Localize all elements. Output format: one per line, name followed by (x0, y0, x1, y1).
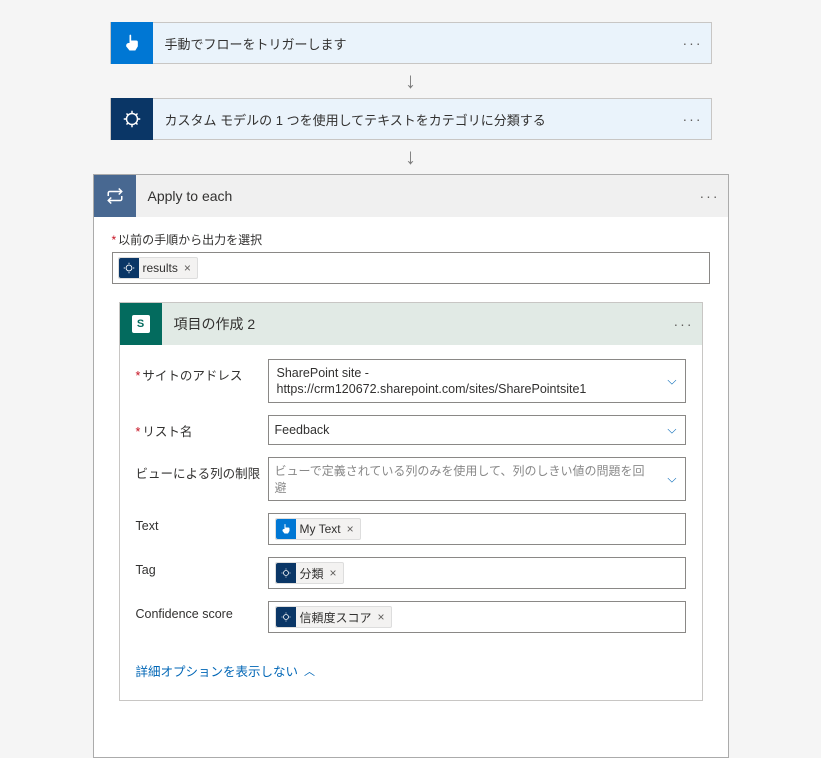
ai-token-icon (276, 607, 296, 627)
ai-token-icon (276, 563, 296, 583)
view-limit-label: ビューによる列の制限 (136, 457, 268, 482)
confidence-token-remove[interactable]: × (376, 610, 387, 624)
trigger-title: 手動でフローをトリガーします (153, 34, 675, 53)
trigger-token-icon (276, 519, 296, 539)
tag-row: Tag 分類 × (136, 557, 686, 589)
confidence-token[interactable]: 信頼度スコア × (275, 606, 392, 628)
chevron-down-icon: ⌵ (667, 423, 676, 438)
tag-token-remove[interactable]: × (328, 566, 339, 580)
confidence-label: Confidence score (136, 601, 268, 621)
list-name-row: *リスト名 Feedback ⌵ (136, 415, 686, 445)
trigger-menu[interactable]: ··· (675, 35, 711, 51)
tag-token[interactable]: 分類 × (275, 562, 344, 584)
chevron-up-icon: ︿ (304, 663, 315, 679)
text-label: Text (136, 513, 268, 533)
confidence-row: Confidence score 信頼度スコア × (136, 601, 686, 633)
create-item-title: 項目の作成 2 (162, 314, 666, 334)
list-name-label: *リスト名 (136, 415, 268, 440)
list-value: Feedback (275, 423, 330, 437)
site-address-select[interactable]: SharePoint site - https://crm120672.shar… (268, 359, 686, 403)
tag-input[interactable]: 分類 × (268, 557, 686, 589)
ai-token-icon (119, 258, 139, 278)
tag-token-label: 分類 (300, 565, 324, 582)
mytext-token-label: My Text (300, 522, 341, 536)
categorize-menu[interactable]: ··· (675, 111, 711, 127)
site-address-label: *サイトのアドレス (136, 359, 268, 384)
site-value-line1: SharePoint site - (277, 366, 369, 380)
output-select-label: *以前の手順から出力を選択 (112, 231, 710, 248)
loop-icon (94, 175, 136, 217)
text-row: Text My Text × (136, 513, 686, 545)
chevron-down-icon: ⌵ (667, 374, 676, 389)
output-select-input[interactable]: results × (112, 252, 710, 284)
apply-to-each-header[interactable]: Apply to each ··· (94, 175, 728, 217)
connector-arrow: ↓ (0, 64, 821, 98)
site-value-line2: https://crm120672.sharepoint.com/sites/S… (277, 382, 587, 396)
sharepoint-icon: S (120, 303, 162, 345)
confidence-token-label: 信頼度スコア (300, 609, 372, 626)
create-item-step: S 項目の作成 2 ··· *サイトのアドレス SharePoint site … (119, 302, 703, 701)
site-address-row: *サイトのアドレス SharePoint site - https://crm1… (136, 359, 686, 403)
apply-to-each-title: Apply to each (136, 188, 692, 204)
hide-advanced-link[interactable]: 詳細オプションを表示しない ︿ (120, 655, 702, 700)
view-limit-select[interactable]: ビューで定義されている列のみを使用して、列のしきい値の問題を回避 ⌵ (268, 457, 686, 501)
confidence-input[interactable]: 信頼度スコア × (268, 601, 686, 633)
trigger-step[interactable]: 手動でフローをトリガーします ··· (110, 22, 712, 64)
create-item-header[interactable]: S 項目の作成 2 ··· (120, 303, 702, 345)
mytext-token-remove[interactable]: × (345, 522, 356, 536)
text-input[interactable]: My Text × (268, 513, 686, 545)
ai-builder-icon (111, 98, 153, 140)
categorize-title: カスタム モデルの 1 つを使用してテキストをカテゴリに分類する (153, 110, 675, 129)
create-item-menu[interactable]: ··· (666, 316, 702, 332)
view-limit-row: ビューによる列の制限 ビューで定義されている列のみを使用して、列のしきい値の問題… (136, 457, 686, 501)
categorize-step[interactable]: カスタム モデルの 1 つを使用してテキストをカテゴリに分類する ··· (110, 98, 712, 140)
results-token[interactable]: results × (118, 257, 198, 279)
view-limit-placeholder: ビューで定義されている列のみを使用して、列のしきい値の問題を回避 (275, 462, 655, 496)
list-name-select[interactable]: Feedback ⌵ (268, 415, 686, 445)
apply-to-each-menu[interactable]: ··· (692, 188, 728, 204)
manual-trigger-icon (111, 22, 153, 64)
mytext-token[interactable]: My Text × (275, 518, 361, 540)
chevron-down-icon: ⌵ (667, 472, 676, 487)
results-token-label: results (143, 261, 178, 275)
results-token-remove[interactable]: × (182, 261, 193, 275)
tag-label: Tag (136, 557, 268, 577)
apply-to-each-container: Apply to each ··· *以前の手順から出力を選択 results … (93, 174, 729, 758)
connector-arrow: ↓ (0, 140, 821, 174)
